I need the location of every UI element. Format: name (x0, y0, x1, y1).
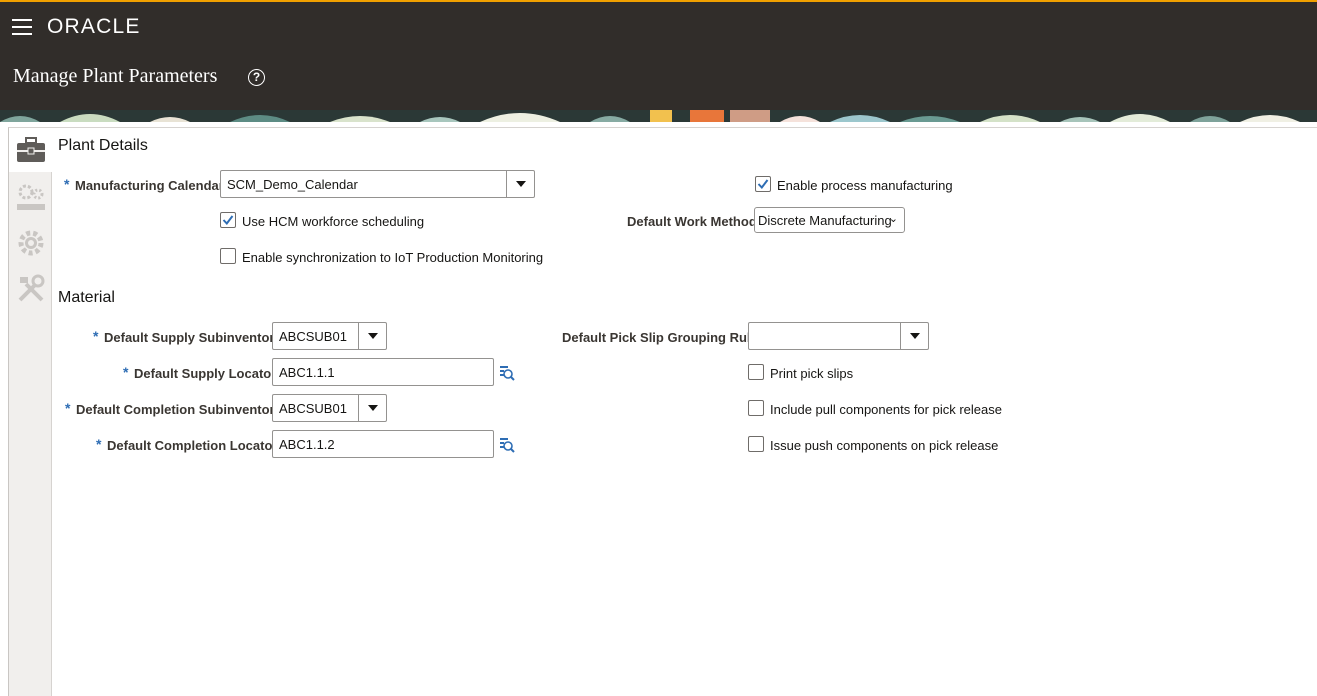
checkmark-icon (757, 179, 769, 190)
default-completion-locator-label: Default Completion Locator (107, 438, 278, 453)
tab-gears-ruler[interactable] (9, 174, 52, 218)
use-hcm-label: Use HCM workforce scheduling (242, 214, 425, 229)
default-work-method-label: Default Work Method (627, 214, 757, 229)
manufacturing-calendar-label: Manufacturing Calendar (75, 178, 224, 193)
default-supply-locator-value: ABC1.1.1 (279, 365, 335, 380)
question-circle-icon[interactable]: ? (248, 69, 265, 86)
page-title: Manage Plant Parameters (13, 65, 218, 87)
print-pick-slips-checkbox[interactable] (748, 364, 764, 380)
chevron-down-icon[interactable] (358, 395, 386, 421)
include-pull-components-checkbox[interactable] (748, 400, 764, 416)
chevron-down-icon[interactable] (506, 171, 534, 197)
default-completion-subinventory-select[interactable]: ABCSUB01 (272, 394, 387, 422)
tab-plant-details[interactable] (9, 128, 53, 172)
gears-ruler-icon (17, 184, 45, 210)
default-pick-slip-grouping-rule-select[interactable] (748, 322, 929, 350)
chevron-down-icon: ⌄ (888, 213, 898, 225)
tab-settings[interactable] (9, 220, 52, 264)
default-completion-locator-input[interactable]: ABC1.1.2 (272, 430, 494, 458)
default-supply-subinventory-label: Default Supply Subinventory (104, 330, 282, 345)
required-marker: * (65, 400, 71, 416)
manufacturing-calendar-value: SCM_Demo_Calendar (227, 177, 358, 192)
app-header: ORACLE Manage Plant Parameters ? (0, 2, 1317, 110)
required-marker: * (64, 176, 70, 192)
decorative-banner (0, 110, 1317, 122)
issue-push-components-label: Issue push components on pick release (770, 438, 999, 453)
oracle-logo[interactable]: ORACLE (47, 16, 141, 38)
required-marker: * (93, 328, 99, 344)
default-supply-locator-label: Default Supply Locator (134, 366, 277, 381)
tab-tools[interactable] (9, 266, 52, 310)
default-completion-subinventory-value: ABCSUB01 (279, 401, 347, 416)
section-title-plant-details: Plant Details (58, 137, 148, 154)
enable-iot-label: Enable synchronization to IoT Production… (242, 250, 544, 265)
default-pick-slip-grouping-rule-label: Default Pick Slip Grouping Rule (562, 330, 758, 345)
vertical-tab-bar (9, 128, 53, 696)
enable-iot-checkbox[interactable] (220, 248, 236, 264)
search-icon[interactable] (499, 437, 515, 453)
checkmark-icon (222, 215, 234, 226)
briefcase-icon (17, 137, 45, 162)
default-completion-locator-value: ABC1.1.2 (279, 437, 335, 452)
section-title-material: Material (58, 289, 115, 306)
chevron-down-icon[interactable] (900, 323, 928, 349)
default-completion-subinventory-label: Default Completion Subinventory (76, 402, 282, 417)
manufacturing-calendar-select[interactable]: SCM_Demo_Calendar (220, 170, 535, 198)
chevron-down-icon[interactable] (358, 323, 386, 349)
required-marker: * (96, 436, 102, 452)
hamburger-menu-icon[interactable] (12, 19, 32, 35)
search-icon[interactable] (499, 365, 515, 381)
default-supply-subinventory-select[interactable]: ABCSUB01 (272, 322, 387, 350)
enable-process-manufacturing-checkbox[interactable] (755, 176, 771, 192)
default-supply-subinventory-value: ABCSUB01 (279, 329, 347, 344)
default-supply-locator-input[interactable]: ABC1.1.1 (272, 358, 494, 386)
use-hcm-checkbox[interactable] (220, 212, 236, 228)
default-work-method-value: Discrete Manufacturing (758, 213, 892, 228)
tools-icon (18, 274, 45, 302)
gear-icon (18, 230, 44, 256)
enable-process-manufacturing-label: Enable process manufacturing (777, 178, 953, 193)
default-work-method-select[interactable]: Discrete Manufacturing ⌄ (754, 207, 905, 233)
print-pick-slips-label: Print pick slips (770, 366, 854, 381)
include-pull-components-label: Include pull components for pick release (770, 402, 1002, 417)
required-marker: * (123, 364, 129, 380)
issue-push-components-checkbox[interactable] (748, 436, 764, 452)
